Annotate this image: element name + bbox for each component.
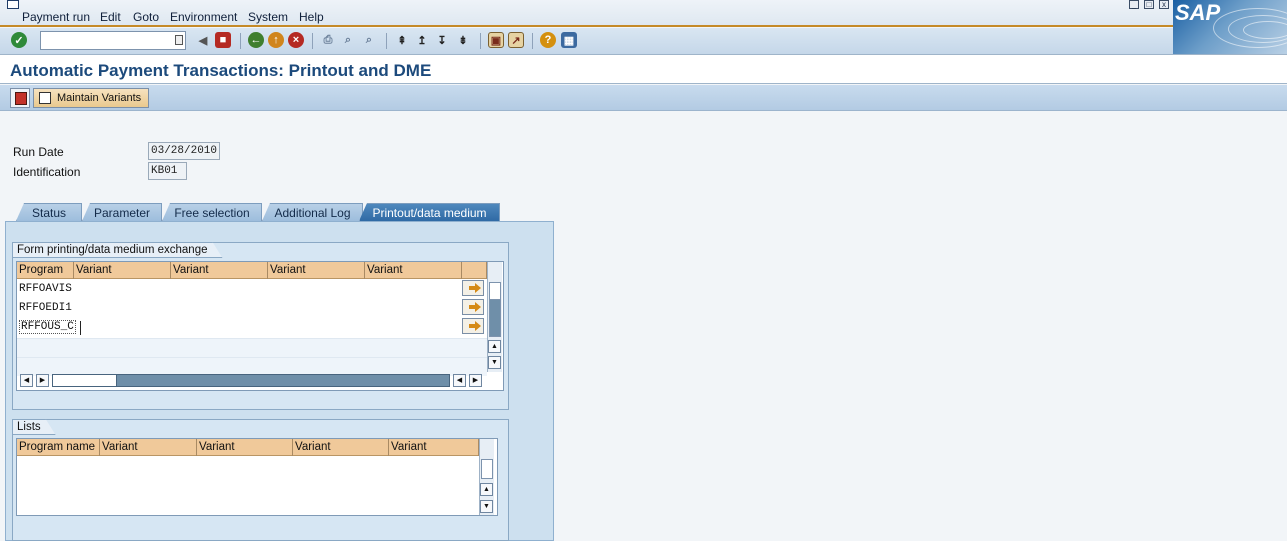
document-icon[interactable] — [7, 0, 19, 9]
layout-icon[interactable]: ▦ — [561, 32, 577, 48]
column-header-variant[interactable]: Variant — [365, 262, 462, 279]
table-header: Program name Variant Variant Variant Var… — [17, 439, 479, 456]
save-icon[interactable]: ■ — [215, 32, 231, 48]
execute-arrow-icon[interactable] — [462, 318, 484, 334]
column-header-variant[interactable]: Variant — [268, 262, 365, 279]
application-toolbar: Maintain Variants — [0, 85, 1287, 111]
first-page-icon[interactable]: ⇞ — [394, 32, 410, 48]
exit-icon[interactable]: ↑ — [268, 32, 284, 48]
scroll-left-icon[interactable]: ◀ — [453, 374, 466, 387]
column-header-program-name[interactable]: Program name — [17, 439, 100, 456]
scroll-down-icon[interactable]: ▼ — [480, 500, 493, 513]
menu-system[interactable]: System — [248, 10, 288, 24]
column-header-variant[interactable]: Variant — [171, 262, 268, 279]
find-icon[interactable]: ⌕ — [340, 32, 356, 48]
run-date-label: Run Date — [13, 145, 64, 159]
lists-group-title: Lists — [12, 419, 56, 435]
enter-icon[interactable]: ✓ — [11, 32, 27, 48]
scroll-left-icon[interactable]: ◀ — [20, 374, 33, 387]
print-icon[interactable]: ⎙ — [320, 32, 336, 48]
variants-icon — [39, 92, 51, 104]
command-history-icon[interactable] — [175, 35, 183, 45]
horizontal-scroll-thumb[interactable] — [53, 375, 117, 386]
menu-payment-run[interactable]: Payment run — [22, 10, 90, 24]
table-row-program[interactable]: RFFOEDI1 — [19, 302, 72, 314]
execute-arrow-icon[interactable] — [462, 280, 484, 296]
tab-free-selection[interactable]: Free selection — [162, 203, 262, 221]
maintain-variants-label: Maintain Variants — [57, 92, 142, 104]
menu-help[interactable]: Help — [299, 10, 324, 24]
scroll-up-icon[interactable]: ▲ — [488, 340, 501, 353]
restore-icon[interactable]: □ — [1144, 0, 1154, 9]
menu-bar: Payment run Edit Goto Environment System… — [0, 0, 1287, 54]
column-header-variant[interactable]: Variant — [389, 439, 479, 456]
scroll-right-icon[interactable]: ▶ — [36, 374, 49, 387]
command-field[interactable] — [40, 31, 186, 50]
table-header: Program Variant Variant Variant Variant — [17, 262, 487, 279]
column-header-action — [462, 262, 487, 279]
title-bar: Automatic Payment Transactions: Printout… — [0, 54, 1287, 84]
lists-table: Program name Variant Variant Variant Var… — [16, 438, 498, 516]
form-printing-table: Program Variant Variant Variant Variant … — [16, 261, 504, 391]
tab-parameter[interactable]: Parameter — [82, 203, 162, 221]
menu-environment[interactable]: Environment — [170, 10, 237, 24]
column-header-variant[interactable]: Variant — [293, 439, 389, 456]
menu-goto[interactable]: Goto — [133, 10, 159, 24]
vertical-scrollbar[interactable]: ▲ ▼ — [479, 439, 494, 515]
form-printing-group-title: Form printing/data medium exchange — [12, 242, 223, 258]
save-layout-icon[interactable] — [10, 88, 30, 108]
column-header-program[interactable]: Program — [17, 262, 74, 279]
standard-toolbar: ✓ ◀ ■ ← ↑ × ⎙ ⌕ ⌕ ⇞ ↥ ↧ ⇟ ▣ ↗ ? ▦ — [0, 28, 1173, 54]
table-row[interactable] — [17, 338, 487, 357]
scroll-thumb-top — [489, 282, 501, 300]
shortcut-icon[interactable]: ↗ — [508, 32, 524, 48]
scroll-down-icon[interactable]: ▼ — [488, 356, 501, 369]
scroll-thumb[interactable] — [481, 459, 493, 479]
tab-status[interactable]: Status — [16, 203, 82, 221]
maintain-variants-button[interactable]: Maintain Variants — [33, 88, 150, 108]
cancel-icon[interactable]: × — [288, 32, 304, 48]
page-title: Automatic Payment Transactions: Printout… — [10, 61, 432, 80]
scroll-up-icon[interactable]: ▲ — [480, 483, 493, 496]
menu-edit[interactable]: Edit — [100, 10, 121, 24]
next-page-icon[interactable]: ↧ — [434, 32, 450, 48]
table-row-program[interactable]: RFFOAVIS — [19, 283, 72, 295]
close-icon[interactable]: x — [1159, 0, 1169, 9]
identification-label: Identification — [13, 165, 81, 179]
run-date-field[interactable]: 03/28/2010 — [148, 142, 220, 160]
previous-page-icon[interactable]: ↥ — [414, 32, 430, 48]
create-session-icon[interactable]: ▣ — [488, 32, 504, 48]
table-row-program[interactable]: RFFOUS_C — [19, 320, 76, 334]
find-next-icon[interactable]: ⌕ — [361, 32, 377, 48]
back-icon[interactable]: ← — [248, 32, 264, 48]
identification-field[interactable]: KB01 — [148, 162, 187, 180]
text-cursor-icon — [80, 321, 86, 335]
tab-additional-log[interactable]: Additional Log — [262, 203, 363, 221]
tab-printout-data-medium[interactable]: Printout/data medium — [359, 203, 500, 221]
execute-arrow-icon[interactable] — [462, 299, 484, 315]
help-icon[interactable]: ? — [540, 32, 556, 48]
column-header-variant[interactable]: Variant — [197, 439, 293, 456]
column-header-variant[interactable]: Variant — [74, 262, 171, 279]
minimize-icon[interactable]: _ — [1129, 0, 1139, 9]
sap-logo: SAP — [1173, 0, 1287, 54]
last-page-icon[interactable]: ⇟ — [455, 32, 471, 48]
back-arrow-icon[interactable]: ◀ — [195, 32, 211, 48]
vertical-scrollbar[interactable]: ▲ ▼ — [487, 262, 502, 372]
scroll-right-icon[interactable]: ▶ — [469, 374, 482, 387]
horizontal-scrollbar[interactable] — [52, 374, 450, 387]
column-header-variant[interactable]: Variant — [100, 439, 197, 456]
